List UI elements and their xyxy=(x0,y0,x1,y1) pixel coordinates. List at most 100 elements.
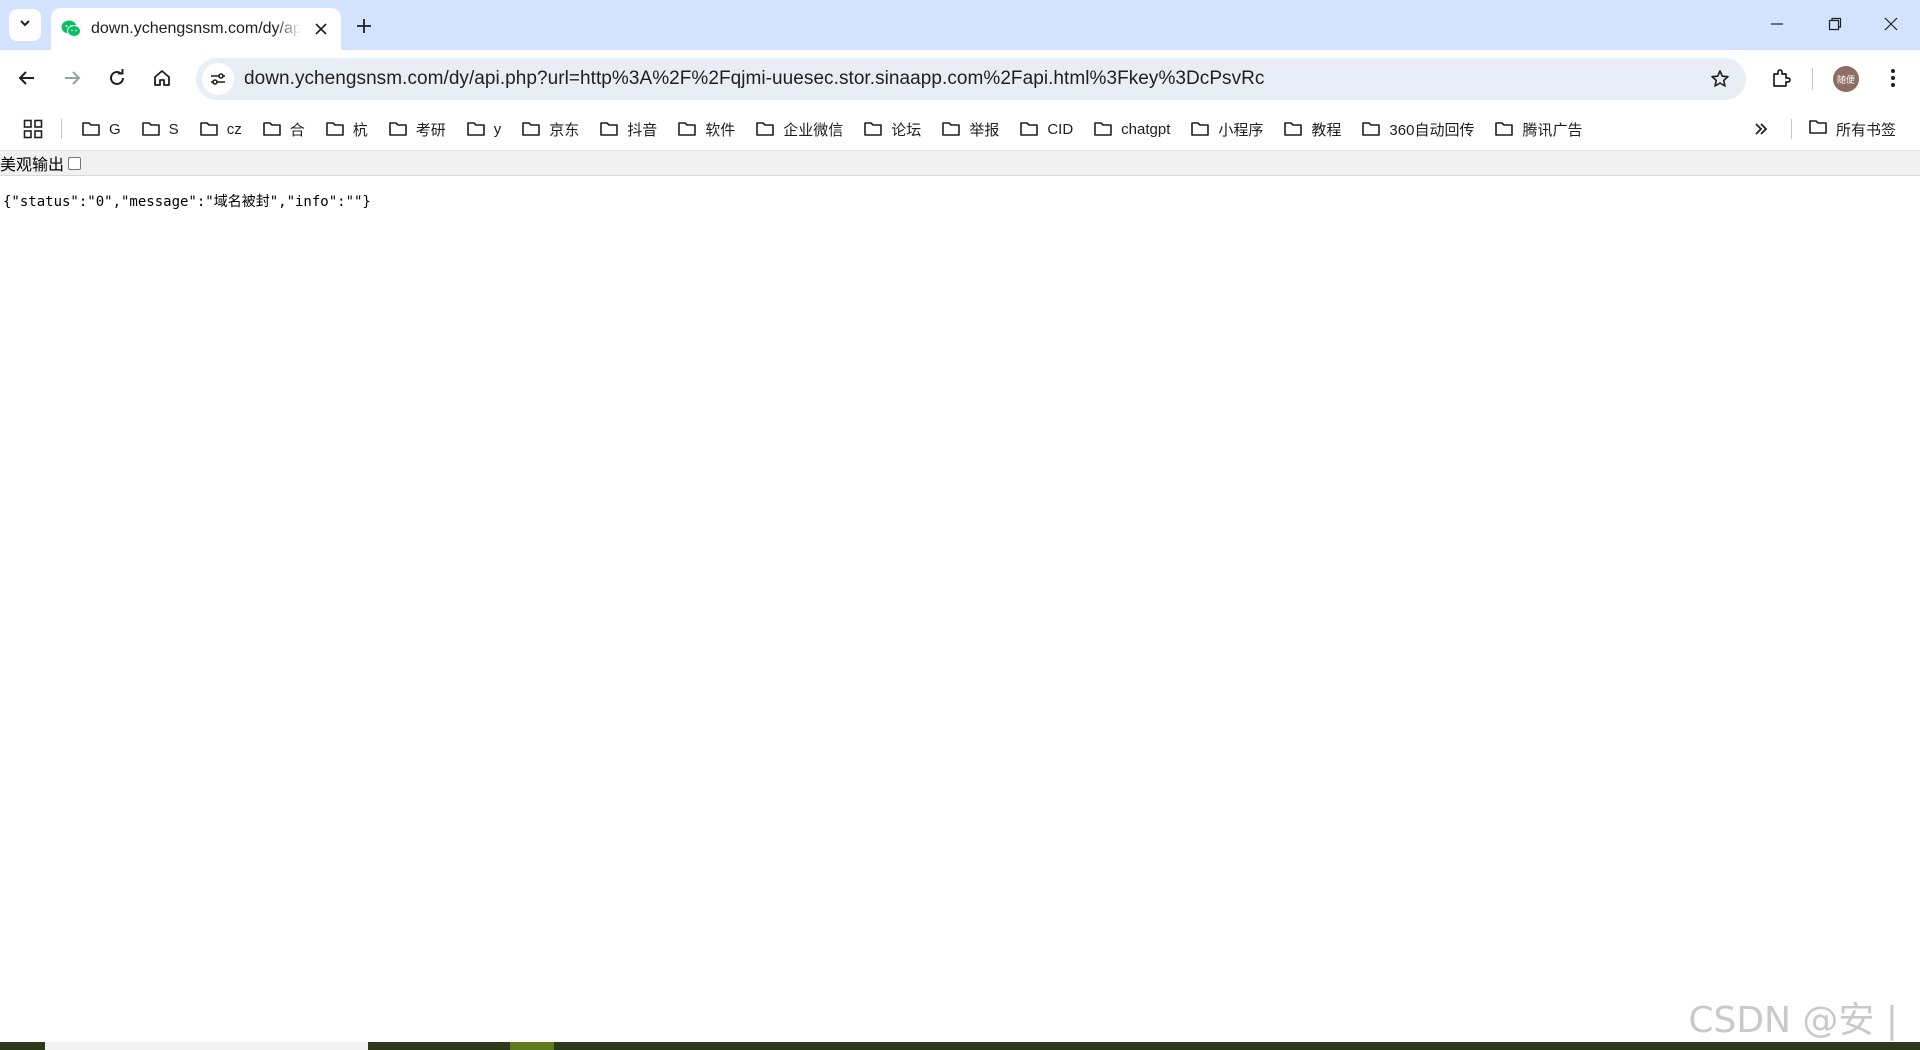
close-tab-button[interactable] xyxy=(311,19,331,39)
folder-icon xyxy=(1808,117,1828,142)
bookmark-folder[interactable]: 考研 xyxy=(377,113,455,145)
more-vert-icon xyxy=(1891,69,1895,87)
json-response: {"status":"0","message":"域名被封","info":""… xyxy=(3,194,371,210)
url-text[interactable]: down.ychengsnsm.com/dy/api.php?url=http%… xyxy=(244,68,1264,90)
toolbar-divider xyxy=(1812,68,1813,90)
bookmark-folder[interactable]: 抖音 xyxy=(588,113,666,145)
pretty-print-bar: 美观输出 xyxy=(0,151,1920,176)
bookmark-folder[interactable]: 企业微信 xyxy=(744,113,852,145)
arrow-left-icon xyxy=(18,71,34,85)
bookmark-folder[interactable]: chatgpt xyxy=(1082,113,1179,145)
bookmark-star-button[interactable] xyxy=(1704,63,1736,95)
page-content: 美观输出 {"status":"0","message":"域名被封","inf… xyxy=(0,151,1920,1041)
all-bookmarks-button[interactable]: 所有书签 xyxy=(1808,113,1896,145)
minimize-icon xyxy=(1771,23,1783,25)
reload-button[interactable] xyxy=(99,60,135,96)
bookmark-folder[interactable]: 举报 xyxy=(930,113,1008,145)
watermark: CSDN @安 | xyxy=(1688,1000,1898,1041)
folder-icon xyxy=(1494,119,1514,139)
minimize-button[interactable] xyxy=(1748,0,1806,48)
folder-icon xyxy=(388,119,408,139)
close-icon xyxy=(1884,17,1898,31)
extensions-button[interactable] xyxy=(1763,60,1799,96)
toolbar: down.ychengsnsm.com/dy/api.php?url=http%… xyxy=(0,50,1920,107)
taskbar-strip xyxy=(0,1042,1920,1050)
home-button[interactable] xyxy=(144,60,180,96)
tab-search-button[interactable] xyxy=(9,9,41,41)
bookmark-label: 企业微信 xyxy=(783,121,844,139)
forward-button[interactable] xyxy=(54,60,90,96)
bookmark-list: G Scz 合 杭 考研 y 京东 抖音 软件 企业微信 论坛 举报 CID chatgpt 小程序 教程 36… xyxy=(70,107,1591,151)
more-bookmarks-button[interactable] xyxy=(1748,116,1774,142)
bookmark-label: 杭 xyxy=(352,121,368,139)
tab-strip: down.ychengsnsm.com/dy/api.php?url=http%… xyxy=(0,0,1920,50)
apps-grid-icon xyxy=(23,119,43,139)
bookmark-folder[interactable]: G xyxy=(70,113,130,145)
folder-icon xyxy=(521,119,541,139)
bookmarks-divider xyxy=(61,119,62,139)
bookmark-folder[interactable]: 杭 xyxy=(314,113,377,145)
bookmark-label: y xyxy=(493,120,502,138)
folder-icon xyxy=(677,119,697,139)
bookmark-folder[interactable]: 教程 xyxy=(1272,113,1350,145)
bookmark-folder[interactable]: S xyxy=(130,113,188,145)
folder-icon xyxy=(325,119,345,139)
pretty-print-label: 美观输出 xyxy=(0,157,65,174)
home-icon xyxy=(154,70,170,86)
folder-icon xyxy=(199,119,219,139)
all-bookmarks-label: 所有书签 xyxy=(1836,121,1897,139)
chevron-double-right-icon xyxy=(1755,123,1768,135)
bookmark-label: 抖音 xyxy=(627,121,658,139)
wechat-icon xyxy=(61,19,81,39)
bookmark-folder[interactable]: 小程序 xyxy=(1179,113,1272,145)
folder-icon xyxy=(755,119,775,139)
bookmark-label: chatgpt xyxy=(1121,120,1171,138)
bookmark-label: 合 xyxy=(289,121,305,139)
chevron-down-icon xyxy=(18,16,32,35)
profile-avatar[interactable]: 随便 xyxy=(1833,66,1859,92)
site-info-button[interactable] xyxy=(202,63,234,95)
bookmark-folder[interactable]: 360自动回传 xyxy=(1350,113,1483,145)
bookmark-folder[interactable]: y xyxy=(455,113,511,145)
bookmark-label: 教程 xyxy=(1311,121,1342,139)
bookmark-label: G xyxy=(109,120,121,138)
bookmark-folder[interactable]: 论坛 xyxy=(852,113,930,145)
active-tab[interactable]: down.ychengsnsm.com/dy/api.php?url=http%… xyxy=(51,8,341,50)
puzzle-icon xyxy=(1773,69,1791,87)
folder-icon xyxy=(863,119,883,139)
bookmark-folder[interactable]: cz xyxy=(188,113,251,145)
restore-icon xyxy=(1828,17,1842,31)
tune-icon xyxy=(211,73,225,85)
bookmark-folder[interactable]: 京东 xyxy=(510,113,588,145)
bookmark-folder[interactable]: 腾讯广告 xyxy=(1483,113,1591,145)
apps-button[interactable] xyxy=(20,116,46,142)
bookmark-folder[interactable]: 软件 xyxy=(666,113,744,145)
bookmarks-divider xyxy=(1791,119,1792,139)
folder-icon xyxy=(262,119,282,139)
close-icon xyxy=(315,23,327,35)
bookmark-label: 小程序 xyxy=(1218,121,1264,139)
menu-button[interactable] xyxy=(1875,60,1911,96)
bookmark-label: 京东 xyxy=(549,121,580,139)
plus-icon xyxy=(357,19,371,33)
pretty-print-checkbox[interactable] xyxy=(68,156,82,170)
folder-icon xyxy=(141,119,161,139)
bookmark-folder[interactable]: 合 xyxy=(251,113,314,145)
folder-icon xyxy=(1190,119,1210,139)
bookmark-label: 论坛 xyxy=(891,121,922,139)
folder-icon xyxy=(81,119,101,139)
reload-icon xyxy=(110,69,124,85)
bookmark-label: 360自动回传 xyxy=(1389,121,1475,139)
taskbar-segment xyxy=(45,1042,368,1050)
folder-icon xyxy=(1283,119,1303,139)
address-bar[interactable]: down.ychengsnsm.com/dy/api.php?url=http%… xyxy=(196,58,1746,100)
arrow-right-icon xyxy=(65,71,81,85)
bookmark-label: 考研 xyxy=(415,121,446,139)
folder-icon xyxy=(941,119,961,139)
restore-button[interactable] xyxy=(1806,0,1864,48)
close-window-button[interactable] xyxy=(1862,0,1920,48)
folder-icon xyxy=(466,119,486,139)
bookmark-folder[interactable]: CID xyxy=(1008,113,1082,145)
back-button[interactable] xyxy=(9,60,45,96)
new-tab-button[interactable] xyxy=(350,12,378,40)
